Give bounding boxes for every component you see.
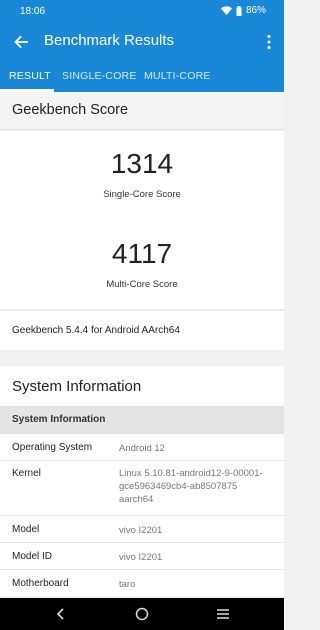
tab-bar: RESULT SINGLE-CORE MULTI-CORE: [0, 60, 284, 92]
row-key: Motherboard: [12, 578, 69, 589]
single-core-label: Single-Core Score: [103, 189, 181, 200]
kernel-line: gce5963469cb4-ab8507875: [119, 481, 238, 492]
more-vert-icon[interactable]: [266, 34, 272, 50]
scores-card: 1314 Single-Core Score 4117 Multi-Core S…: [0, 131, 284, 309]
row-key: Operating System: [12, 442, 93, 453]
page-title: Benchmark Results: [44, 32, 175, 49]
system-information-subheader: System Information: [0, 406, 284, 434]
table-row: Operating System Android 12: [0, 434, 284, 461]
navigation-bar: [0, 598, 284, 630]
nav-home-icon[interactable]: [134, 606, 150, 622]
table-row: Model ID vivo I2201: [0, 543, 284, 570]
status-icons: 86%: [220, 5, 266, 16]
multi-core-score: 4117: [111, 238, 173, 269]
table-row: Model vivo I2201: [0, 516, 284, 543]
battery-percent: 86%: [245, 5, 266, 16]
status-bar: 18:06 86%: [0, 0, 284, 24]
arrow-back-icon[interactable]: [12, 33, 30, 51]
system-information-title: System Information: [12, 378, 142, 395]
row-value: vivo I2201: [119, 525, 163, 536]
wifi-icon: [220, 6, 232, 15]
row-value: taro: [119, 579, 136, 590]
single-core-score: 1314: [110, 148, 174, 179]
row-key: Kernel: [12, 468, 41, 479]
row-key: Model: [12, 524, 40, 535]
battery-icon: [236, 5, 242, 16]
version-text: Geekbench 5.4.4 for Android AArch64: [12, 325, 180, 336]
row-value: Android 12: [119, 443, 165, 454]
table-row: Motherboard taro: [0, 570, 284, 598]
system-information-header: System Information: [0, 366, 284, 406]
status-time: 18:06: [20, 6, 46, 17]
kernel-line: Linux 5.10.81-android12-9-00001-: [119, 468, 263, 479]
table-row: Kernel Linux 5.10.81-android12-9-00001- …: [0, 461, 284, 516]
subheader-text: System Information: [12, 414, 106, 425]
tab-multi-core[interactable]: MULTI-CORE: [144, 70, 211, 82]
tab-single-core[interactable]: SINGLE-CORE: [62, 70, 137, 82]
geekbench-score-header: Geekbench Score: [0, 92, 284, 130]
version-card: Geekbench 5.4.4 for Android AArch64: [0, 310, 284, 350]
tab-result[interactable]: RESULT: [9, 70, 51, 82]
row-value: Linux 5.10.81-android12-9-00001- gce5963…: [119, 467, 274, 506]
kernel-line: aarch64: [119, 494, 154, 505]
nav-back-icon[interactable]: [53, 606, 69, 622]
nav-recents-icon[interactable]: [215, 606, 231, 622]
geekbench-score-title: Geekbench Score: [12, 102, 129, 118]
row-key: Model ID: [12, 551, 53, 562]
multi-core-label: Multi-Core Score: [106, 279, 178, 290]
row-value: vivo I2201: [119, 552, 163, 563]
app-bar: Benchmark Results: [0, 24, 284, 60]
